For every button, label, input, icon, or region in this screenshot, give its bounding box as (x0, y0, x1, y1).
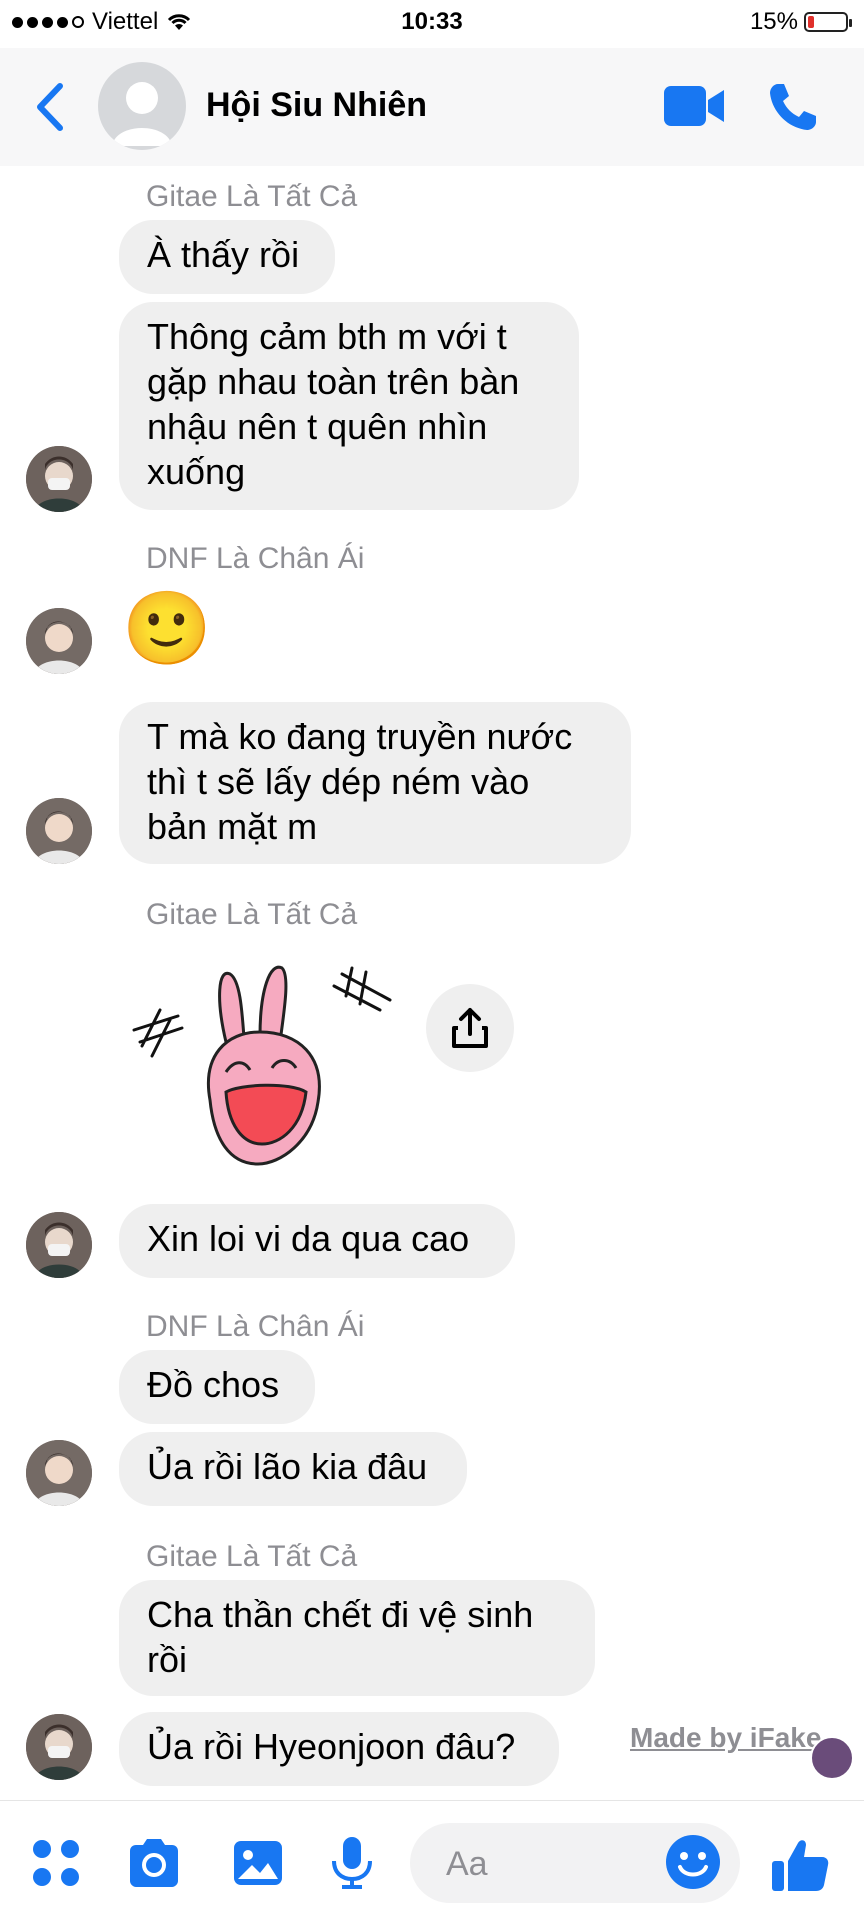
battery-fill (808, 16, 814, 28)
composer-bar (0, 1800, 864, 1921)
phone-icon[interactable] (766, 80, 820, 134)
sender-avatar[interactable] (26, 1714, 92, 1780)
back-icon[interactable] (30, 80, 70, 134)
sender-avatar[interactable] (26, 1212, 92, 1278)
gallery-icon[interactable] (230, 1835, 286, 1891)
video-call-icon[interactable] (662, 82, 726, 130)
sender-avatar[interactable] (26, 1440, 92, 1506)
chat-title[interactable]: Hội Siu Nhiên (206, 86, 427, 125)
watermark: Made by iFake (630, 1722, 822, 1753)
message-bubble[interactable]: Thông cảm bth m với t gặp nhau toàn trên… (119, 302, 579, 510)
sender-avatar[interactable] (26, 798, 92, 864)
message-bubble[interactable]: Ủa rồi Hyeonjoon đâu? (119, 1712, 559, 1786)
smile-icon[interactable] (664, 1833, 722, 1891)
battery-icon (804, 12, 852, 32)
share-icon (452, 1008, 488, 1048)
sender-avatar[interactable] (26, 446, 92, 512)
chat-header: Hội Siu Nhiên (0, 48, 864, 166)
bunny-sticker[interactable] (130, 960, 410, 1170)
share-button[interactable] (426, 984, 514, 1072)
message-bubble[interactable]: Cha thần chết đi vệ sinh rồi (119, 1580, 595, 1696)
sender-name: DNF Là Chân Ái (146, 1310, 365, 1343)
emoji-message[interactable]: 🙂 (122, 586, 212, 672)
microphone-icon[interactable] (324, 1835, 380, 1891)
apps-icon[interactable] (28, 1835, 84, 1891)
default-avatar-icon (112, 82, 172, 146)
message-bubble[interactable]: Ủa rồi lão kia đâu (119, 1432, 467, 1506)
sender-name: Gitae Là Tất Cả (146, 1540, 358, 1573)
message-bubble[interactable]: Đồ chos (119, 1350, 315, 1424)
message-composer[interactable] (410, 1823, 740, 1905)
sender-avatar[interactable] (26, 608, 92, 674)
message-bubble[interactable]: T mà ko đang truyền nước thì t sẽ lấy dé… (119, 702, 631, 864)
message-bubble[interactable]: À thấy rồi (119, 220, 335, 294)
group-avatar[interactable] (98, 62, 186, 150)
sender-name: Gitae Là Tất Cả (146, 180, 358, 213)
sender-name: Gitae Là Tất Cả (146, 898, 358, 931)
battery-percent: 15% (749, 8, 798, 35)
status-bar: Viettel 10:33 15% (0, 0, 864, 48)
camera-icon[interactable] (126, 1835, 182, 1891)
like-icon[interactable] (770, 1835, 830, 1895)
status-time: 10:33 (401, 8, 463, 35)
sender-name: DNF Là Chân Ái (146, 542, 365, 575)
seen-avatar (810, 1736, 854, 1780)
status-right: 15% (749, 8, 852, 36)
message-bubble[interactable]: Xin loi vi da qua cao (119, 1204, 515, 1278)
message-input[interactable] (444, 1823, 648, 1905)
